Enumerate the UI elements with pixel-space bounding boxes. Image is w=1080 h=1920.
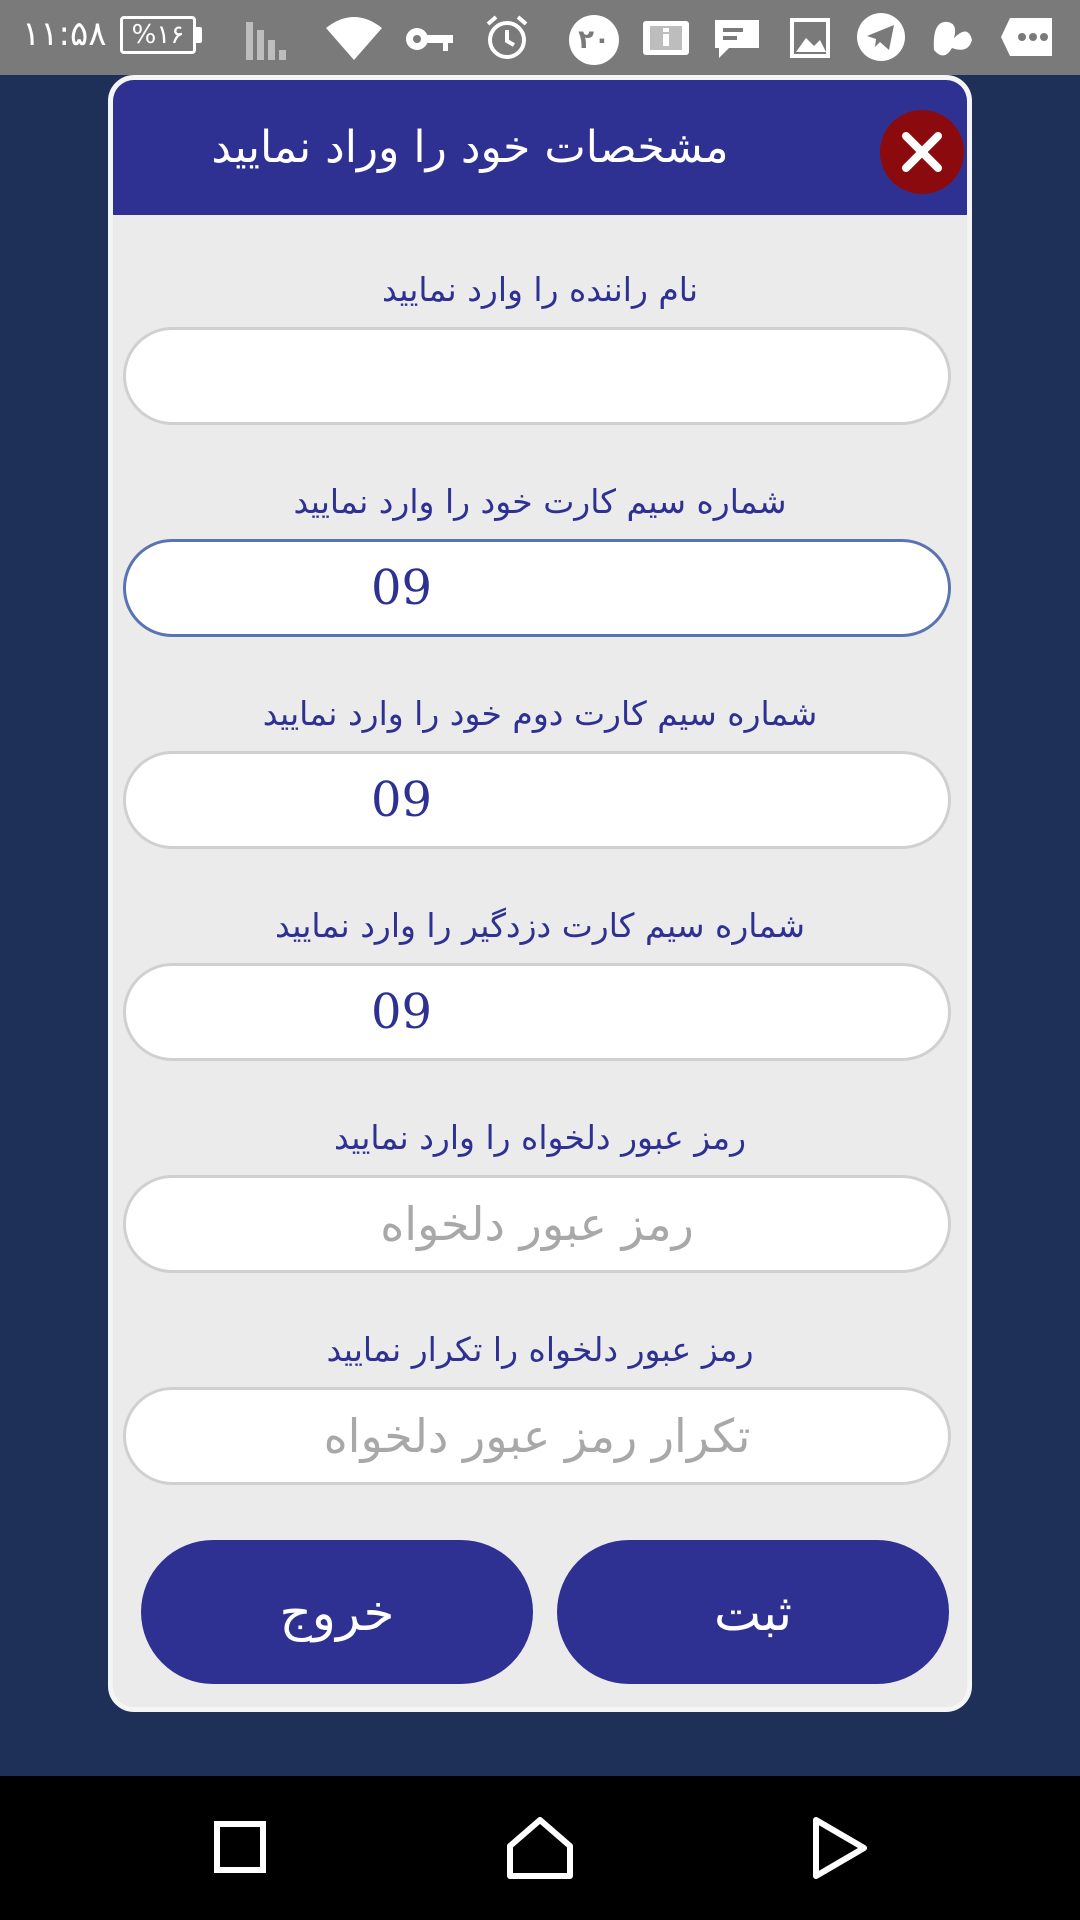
wifi-icon [326,17,382,60]
password-label: رمز عبور دلخواه را وارد نمایید [333,1118,747,1157]
dialog-header: مشخصات خود را وراد نمایید [113,80,967,215]
more-icon [1001,18,1052,56]
home-icon[interactable] [506,1816,574,1880]
second-sim-number-input[interactable] [123,751,951,849]
driver-name-input[interactable] [123,327,951,425]
alarm-sim-number-label: شماره سیم کارت دزدگیر را وارد نمایید [274,906,806,945]
exit-button[interactable]: خروج [141,1540,533,1684]
password-repeat-input[interactable] [123,1387,951,1485]
recents-icon[interactable] [212,1816,268,1876]
navigation-bar [0,1776,1080,1920]
battery-tip [196,27,202,43]
image-icon [790,18,830,58]
telegram-icon [857,13,905,61]
info-icon [643,21,689,55]
notification-count-icon: ۲۰ [569,15,619,65]
sim-number-label: شماره سیم کارت خود را وارد نمایید [293,482,787,521]
close-button[interactable] [880,110,964,194]
key-icon [406,28,453,51]
password-input[interactable] [123,1175,951,1273]
clock: ۱۱:۵۸ [22,14,107,54]
dialog-title: مشخصات خود را وراد نمایید [211,122,729,173]
signal-icon [246,22,286,60]
submit-button[interactable]: ثبت [557,1540,949,1684]
second-sim-number-label: شماره سیم کارت دوم خود را وارد نمایید [262,694,818,733]
sim-number-input[interactable] [123,539,951,637]
battery-indicator: %۱۶ [120,16,196,54]
driver-name-label: نام راننده را وارد نمایید [381,270,699,309]
message-icon [715,20,759,58]
password-repeat-label: رمز عبور دلخواه را تکرار نمایید [326,1330,754,1369]
alarm-icon [486,15,528,59]
app-logo-icon [933,21,972,56]
status-bar: ۱۱:۵۸ %۱۶ ۲۰ [0,0,1080,75]
close-icon [902,132,942,172]
registration-dialog: مشخصات خود را وراد نمایید نام راننده را … [108,75,972,1712]
alarm-sim-number-input[interactable] [123,963,951,1061]
back-icon[interactable] [810,1816,870,1880]
